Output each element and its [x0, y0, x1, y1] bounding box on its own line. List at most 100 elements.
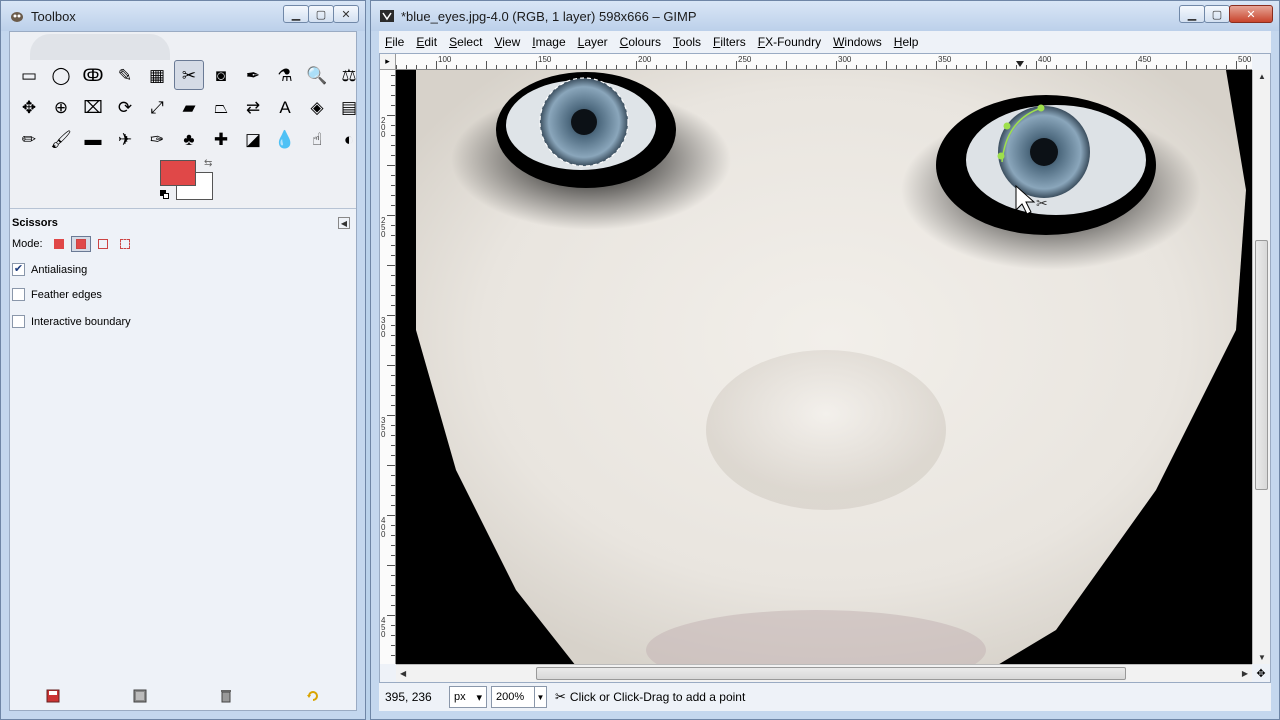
maximize-button[interactable]: ▢: [308, 5, 334, 23]
save-options-icon[interactable]: [43, 686, 63, 706]
quick-mask-toggle[interactable]: ▸: [380, 54, 396, 70]
ruler-tick: [566, 65, 567, 69]
mode-add-button[interactable]: [70, 236, 91, 252]
svg-text:✂: ✂: [1036, 196, 1048, 212]
color-picker-icon[interactable]: ⚗: [270, 60, 300, 90]
delete-options-icon[interactable]: [216, 686, 236, 706]
bucket-fill-icon[interactable]: ◈: [302, 92, 332, 122]
interactive-boundary-option[interactable]: Interactive boundary: [12, 315, 131, 328]
blend-icon[interactable]: ▤: [334, 92, 364, 122]
menu-tools[interactable]: Tools: [667, 31, 707, 53]
ruler-tick: [391, 635, 395, 636]
scale-icon[interactable]: ⤢: [142, 92, 172, 122]
menu-image[interactable]: Image: [526, 31, 571, 53]
vertical-scrollbar[interactable]: ▲ ▼: [1252, 70, 1270, 664]
scroll-down-icon[interactable]: ▼: [1258, 653, 1266, 662]
fuzzy-select-icon[interactable]: ✎: [110, 60, 140, 90]
foreground-select-icon[interactable]: ◙: [206, 60, 236, 90]
unit-select[interactable]: px ▾: [449, 686, 487, 708]
smudge-icon[interactable]: ☝: [302, 124, 332, 154]
ink-icon[interactable]: ✑: [142, 124, 172, 154]
menu-windows[interactable]: Windows: [827, 31, 888, 53]
heal-icon[interactable]: ✚: [206, 124, 236, 154]
menu-view[interactable]: View: [488, 31, 526, 53]
menu-edit[interactable]: Edit: [410, 31, 443, 53]
reset-options-icon[interactable]: [303, 686, 323, 706]
navigate-icon[interactable]: ✥: [1252, 664, 1270, 682]
perspective-clone-icon[interactable]: ◪: [238, 124, 268, 154]
default-colors-icon[interactable]: [160, 190, 170, 200]
text-icon[interactable]: A: [270, 92, 300, 122]
ruler-label: 450: [381, 616, 386, 639]
restore-options-icon[interactable]: [130, 686, 150, 706]
mode-intersect-button[interactable]: [115, 236, 135, 252]
horizontal-ruler[interactable]: 100 150 200 250 300 350 400 450 500: [396, 54, 1252, 70]
chevron-down-icon[interactable]: ▼: [534, 687, 546, 707]
antialiasing-option[interactable]: ✔ Antialiasing: [12, 263, 87, 276]
menu-help[interactable]: Help: [888, 31, 925, 53]
paths-icon[interactable]: ✒: [238, 60, 268, 90]
horizontal-scrollbar[interactable]: ◀ ▶: [396, 664, 1252, 682]
ruler-tick: [391, 155, 395, 156]
menu-layer[interactable]: Layer: [572, 31, 614, 53]
zoom-icon[interactable]: 🔍: [302, 60, 332, 90]
ruler-label: 250: [738, 55, 752, 64]
menu-colours[interactable]: Colours: [614, 31, 667, 53]
align-icon[interactable]: ⊕: [46, 92, 76, 122]
pencil-icon[interactable]: ✏: [14, 124, 44, 154]
move-icon[interactable]: ✥: [14, 92, 44, 122]
image-titlebar[interactable]: *blue_eyes.jpg-4.0 (RGB, 1 layer) 598x66…: [371, 1, 1279, 31]
clone-icon[interactable]: ♣: [174, 124, 204, 154]
scissors-icon[interactable]: ✂: [174, 60, 204, 90]
measure-icon[interactable]: ⚖: [334, 60, 364, 90]
dodge-burn-icon[interactable]: ◐: [334, 124, 364, 154]
ellipse-select-icon[interactable]: ◯: [46, 60, 76, 90]
menu-file[interactable]: File: [379, 31, 410, 53]
eraser-icon[interactable]: ▬: [78, 124, 108, 154]
crop-icon[interactable]: ⌧: [78, 92, 108, 122]
scroll-left-icon[interactable]: ◀: [400, 669, 406, 678]
ruler-tick: [526, 65, 527, 69]
ruler-tick: [387, 215, 395, 216]
maximize-button[interactable]: ▢: [1204, 5, 1230, 23]
close-button[interactable]: ✕: [1229, 5, 1273, 23]
minimize-button[interactable]: ▁: [1179, 5, 1205, 23]
interactive-boundary-checkbox[interactable]: [12, 315, 25, 328]
ruler-tick: [391, 85, 395, 86]
scroll-up-icon[interactable]: ▲: [1258, 72, 1266, 81]
feather-option[interactable]: Feather edges: [12, 288, 102, 301]
vertical-scroll-thumb[interactable]: [1255, 240, 1268, 490]
menu-fx-foundry[interactable]: FX-Foundry: [752, 31, 827, 53]
ruler-tick: [391, 585, 395, 586]
mode-replace-button[interactable]: [49, 236, 69, 252]
antialiasing-checkbox[interactable]: ✔: [12, 263, 25, 276]
blur-icon[interactable]: 💧: [270, 124, 300, 154]
menu-filters[interactable]: Filters: [707, 31, 752, 53]
panel-menu-icon[interactable]: ◀: [338, 217, 350, 229]
free-select-icon[interactable]: ↂ: [78, 60, 108, 90]
menu-select[interactable]: Select: [443, 31, 488, 53]
zoom-select[interactable]: 200% ▼: [491, 686, 547, 708]
minimize-button[interactable]: ▁: [283, 5, 309, 23]
shear-icon[interactable]: ▰: [174, 92, 204, 122]
toolbox-titlebar[interactable]: Toolbox ▁ ▢ ✕: [1, 1, 365, 31]
scroll-right-icon[interactable]: ▶: [1242, 669, 1248, 678]
select-by-color-icon[interactable]: ▦: [142, 60, 172, 90]
vertical-ruler[interactable]: 200 250 300 350 400 450: [380, 70, 396, 664]
flip-icon[interactable]: ⇄: [238, 92, 268, 122]
swap-colors-icon[interactable]: ⇆: [204, 158, 212, 169]
mode-subtract-button[interactable]: [93, 236, 113, 252]
horizontal-scroll-thumb[interactable]: [536, 667, 1126, 680]
rotate-icon[interactable]: ⟳: [110, 92, 140, 122]
image-content: ✂: [396, 70, 1252, 664]
airbrush-icon[interactable]: ✈: [110, 124, 140, 154]
feather-checkbox[interactable]: [12, 288, 25, 301]
clone-icon: ♣: [183, 129, 195, 149]
paintbrush-icon[interactable]: 🖌: [46, 124, 76, 154]
image-canvas[interactable]: ✂: [396, 70, 1252, 664]
rect-select-icon[interactable]: ▭: [14, 60, 44, 90]
ruler-label: 500: [1238, 55, 1252, 64]
foreground-color-swatch[interactable]: [160, 160, 196, 186]
perspective-icon[interactable]: ⏢: [206, 92, 236, 122]
close-button[interactable]: ✕: [333, 5, 359, 23]
